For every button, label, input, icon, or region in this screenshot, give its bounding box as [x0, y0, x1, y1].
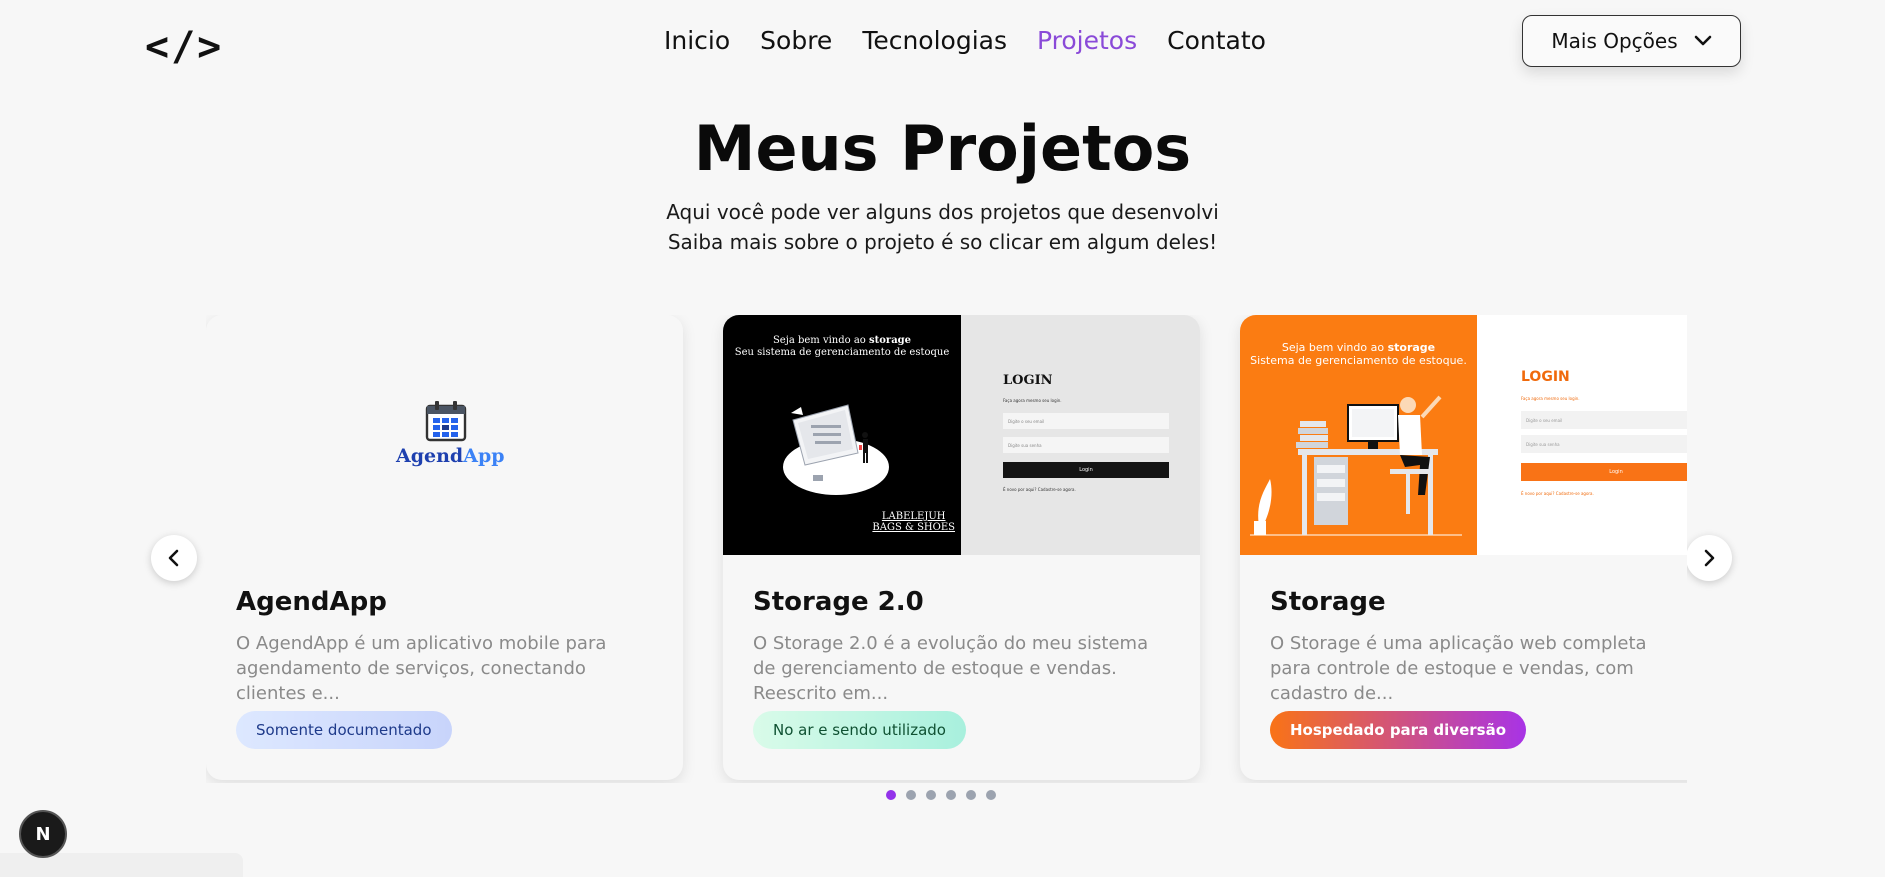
carousel-prev-button[interactable] [151, 535, 197, 581]
signup-text: É novo por aqui? Cadastre-se agora. [1003, 487, 1076, 492]
nav-tecnologias[interactable]: Tecnologias [862, 26, 1007, 55]
project-title: AgendApp [236, 587, 387, 617]
more-options-button[interactable]: Mais Opções [1522, 15, 1741, 67]
welcome-text: Seja bem vindo ao storage Sistema de ger… [1250, 341, 1467, 367]
chevron-left-icon [168, 549, 179, 567]
pagination-dot-5[interactable] [966, 790, 976, 800]
screenshot-left-panel: Seja bem vindo ao storage Seu sistema de… [723, 315, 961, 555]
project-image-agendapp: AgendApp [206, 315, 683, 555]
project-image-storage: Seja bem vindo ao storage Sistema de ger… [1240, 315, 1687, 555]
pagination-dot-4[interactable] [946, 790, 956, 800]
project-description: O Storage é uma aplicação web completa p… [1270, 633, 1647, 704]
pagination-dot-2[interactable] [906, 790, 916, 800]
email-field: Digite o seu email [1521, 411, 1687, 429]
brand-text: LABELEJUH BAGS & SHOES [872, 511, 955, 533]
chevron-right-icon [1704, 549, 1715, 567]
illustration-image [783, 404, 889, 495]
login-title: LOGIN [1003, 373, 1053, 388]
screenshot-left-panel: Seja bem vindo ao storage Sistema de ger… [1240, 315, 1477, 555]
logo[interactable]: </> [145, 24, 223, 70]
illustration-image [1250, 395, 1462, 536]
project-title: Storage [1270, 587, 1386, 617]
nextjs-dev-badge[interactable]: N [19, 810, 67, 858]
login-hint: Faça agora mesmo seu login. [1521, 396, 1580, 401]
nav-contato[interactable]: Contato [1167, 26, 1266, 55]
nav-sobre[interactable]: Sobre [760, 26, 832, 55]
agendapp-logo-text: AgendApp [396, 445, 505, 467]
chevron-down-icon [1694, 35, 1711, 46]
pagination-dot-6[interactable] [986, 790, 996, 800]
project-description: O AgendApp é um aplicativo mobile para a… [236, 633, 607, 704]
carousel-pagination [886, 790, 996, 800]
project-image-storage-2: Seja bem vindo ao storage Seu sistema de… [723, 315, 1200, 555]
project-description: O Storage 2.0 é a evolução do meu sistem… [753, 633, 1149, 704]
welcome-text: Seja bem vindo ao storage Seu sistema de… [734, 335, 950, 358]
login-button: Login [1003, 462, 1169, 478]
project-title: Storage 2.0 [753, 587, 924, 617]
main-nav: Inicio Sobre Tecnologias Projetos Contat… [664, 26, 1266, 55]
page-title: Meus Projetos [693, 112, 1192, 185]
subtitle-line-1: Aqui você pode ver alguns dos projetos q… [666, 200, 1219, 224]
login-title: LOGIN [1521, 369, 1570, 385]
project-card-storage-2[interactable]: Seja bem vindo ao storage Seu sistema de… [723, 315, 1200, 780]
project-card-agendapp[interactable]: AgendApp AgendApp O AgendApp é um aplica… [206, 315, 683, 780]
subtitle-line-2: Saiba mais sobre o projeto é so clicar e… [667, 230, 1218, 254]
password-field: Digite sua senha [1521, 435, 1687, 453]
project-status-badge: Somente documentado [236, 711, 452, 749]
project-status-badge: Hospedado para diversão [1270, 711, 1527, 749]
signup-text: É novo por aqui? Cadastre-se agora. [1521, 491, 1594, 496]
login-button: Login [1521, 463, 1687, 481]
password-field: Digite sua senha [1003, 437, 1169, 453]
login-hint: Faça agora mesmo seu login. [1003, 398, 1062, 403]
nav-projetos[interactable]: Projetos [1037, 26, 1137, 55]
screenshot-login-panel: LOGIN Faça agora mesmo seu login. Digite… [961, 315, 1200, 555]
screenshot-login-panel: LOGIN Faça agora mesmo seu login. Digite… [1477, 315, 1687, 555]
calendar-icon [425, 401, 467, 442]
carousel-next-button[interactable] [1686, 535, 1732, 581]
pagination-dot-3[interactable] [926, 790, 936, 800]
more-options-label: Mais Opções [1551, 29, 1678, 53]
projects-carousel: AgendApp AgendApp O AgendApp é um aplica… [206, 315, 1687, 783]
page-subtitle: Aqui você pode ver alguns dos projetos q… [0, 197, 1885, 257]
email-field: Digite o seu email [1003, 413, 1169, 429]
project-card-storage[interactable]: Seja bem vindo ao storage Sistema de ger… [1240, 315, 1687, 780]
pagination-dot-1[interactable] [886, 790, 896, 800]
project-status-badge: No ar e sendo utilizado [753, 711, 966, 749]
nav-inicio[interactable]: Inicio [664, 26, 730, 55]
